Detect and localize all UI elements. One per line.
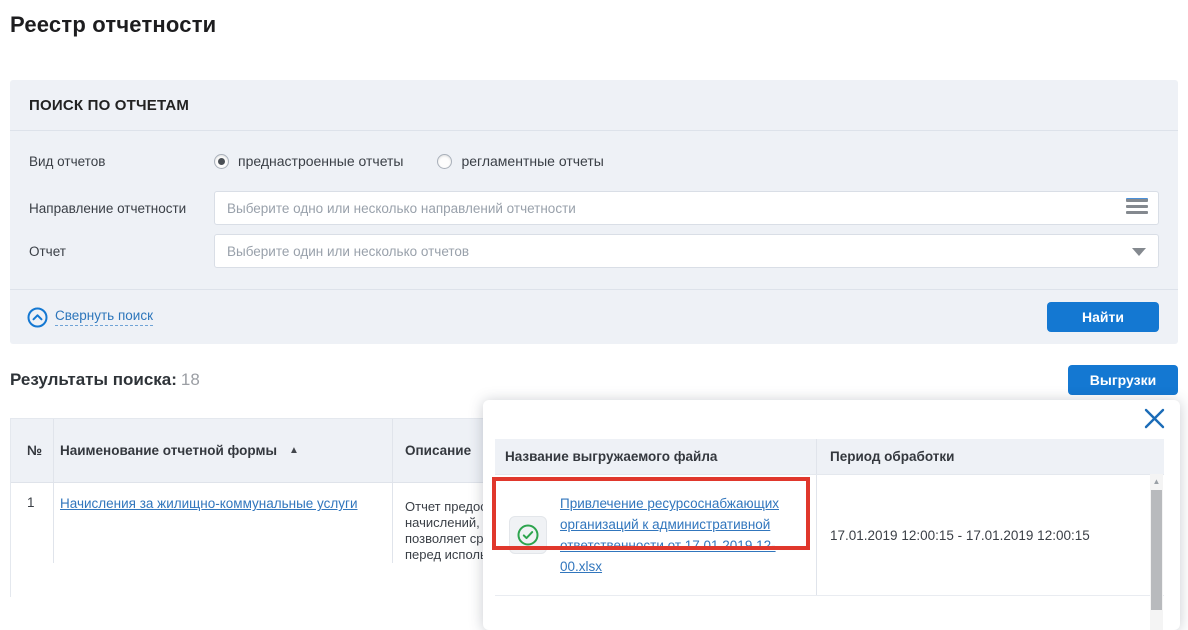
report-row: Отчет bbox=[29, 234, 1159, 268]
report-type-row: Вид отчетов преднастроенные отчеты регла… bbox=[29, 144, 1159, 178]
exports-table-header: Название выгружаемого файла Период обраб… bbox=[495, 439, 1164, 475]
report-form-link[interactable]: Начисления за жилищно-коммунальные услуг… bbox=[60, 496, 358, 511]
radio-selected-icon[interactable] bbox=[214, 153, 229, 169]
page: Реестр отчетности ПОИСК ПО ОТЧЕТАМ Вид о… bbox=[0, 12, 1188, 630]
scroll-up-icon[interactable]: ▲ bbox=[1150, 474, 1163, 488]
export-file-link[interactable]: Привлечение ресурсоснабжающих организаци… bbox=[560, 493, 806, 577]
column-header-name-label: Наименование отчетной формы bbox=[60, 443, 278, 458]
column-header-name[interactable]: Наименование отчетной формы ▲ bbox=[54, 419, 393, 482]
report-type-radio-group: преднастроенные отчеты регламентные отче… bbox=[214, 153, 604, 169]
scrollbar-thumb[interactable] bbox=[1151, 490, 1162, 610]
export-period: 17.01.2019 12:00:15 - 17.01.2019 12:00:1… bbox=[830, 527, 1090, 543]
report-label: Отчет bbox=[29, 243, 66, 259]
chevron-down-icon[interactable] bbox=[1132, 248, 1146, 256]
radio-regulated-reports[interactable]: регламентные отчеты bbox=[437, 153, 604, 169]
exports-button[interactable]: Выгрузки bbox=[1068, 365, 1178, 395]
report-input[interactable] bbox=[214, 234, 1159, 268]
list-select-icon[interactable] bbox=[1126, 199, 1148, 214]
direction-label: Направление отчетности bbox=[29, 200, 187, 216]
results-title: Результаты поиска: 18 bbox=[10, 370, 200, 390]
sort-asc-icon[interactable]: ▲ bbox=[289, 445, 299, 456]
exports-popup: Название выгружаемого файла Период обраб… bbox=[483, 400, 1180, 630]
direction-input[interactable] bbox=[214, 191, 1159, 225]
collapse-search-label: Свернуть поиск bbox=[55, 308, 153, 326]
search-panel-title: ПОИСК ПО ОТЧЕТАМ bbox=[10, 80, 1178, 131]
close-icon[interactable] bbox=[1141, 405, 1167, 431]
export-status-chip bbox=[509, 516, 547, 554]
find-button[interactable]: Найти bbox=[1047, 302, 1159, 332]
direction-row: Направление отчетности bbox=[29, 191, 1159, 225]
collapse-search-link[interactable]: Свернуть поиск bbox=[27, 307, 153, 328]
popup-scrollbar[interactable]: ▲ bbox=[1150, 474, 1163, 630]
search-panel: ПОИСК ПО ОТЧЕТАМ Вид отчетов преднастрое… bbox=[10, 80, 1178, 344]
column-header-period: Период обработки bbox=[830, 449, 955, 464]
column-header-file: Название выгружаемого файла bbox=[495, 439, 817, 474]
row-number: 1 bbox=[11, 483, 54, 563]
results-label: Результаты поиска: bbox=[10, 370, 177, 389]
exports-table: Название выгружаемого файла Период обраб… bbox=[495, 439, 1164, 596]
radio-unselected-icon[interactable] bbox=[437, 153, 453, 169]
success-check-icon bbox=[517, 524, 539, 546]
export-row: Привлечение ресурсоснабжающих организаци… bbox=[495, 475, 1164, 596]
radio-preconfigured-reports[interactable]: преднастроенные отчеты bbox=[214, 153, 403, 169]
radio-preconfigured-label: преднастроенные отчеты bbox=[238, 153, 404, 169]
column-header-num: № bbox=[11, 419, 54, 482]
radio-regulated-label: регламентные отчеты bbox=[461, 153, 604, 169]
page-title: Реестр отчетности bbox=[10, 12, 217, 37]
results-count: 18 bbox=[180, 370, 200, 389]
collapse-circle-up-icon bbox=[27, 307, 48, 327]
report-type-label: Вид отчетов bbox=[29, 153, 106, 169]
